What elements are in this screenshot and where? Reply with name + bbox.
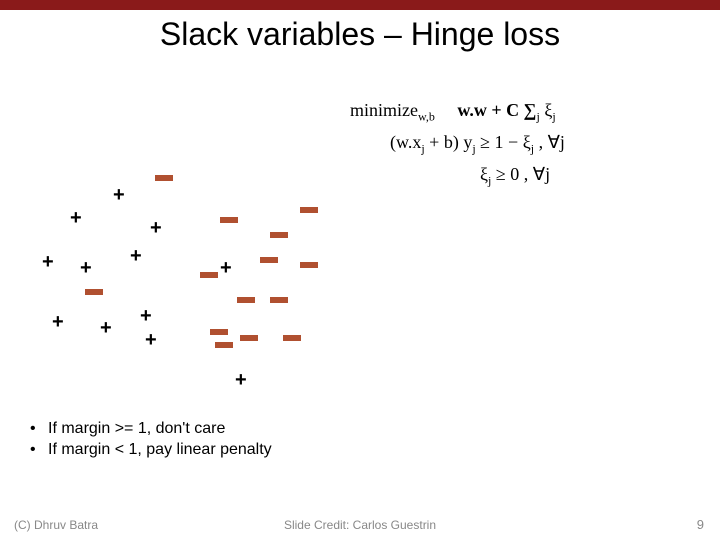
formula-text: ξ bbox=[480, 164, 488, 184]
formula-text: minimize bbox=[350, 100, 418, 120]
optimization-formula: minimizew,b w.w + C ∑j ξj (w.xj + b) yj … bbox=[350, 95, 680, 191]
bullet-item: • If margin >= 1, don't care bbox=[30, 420, 330, 438]
bullet-dot: • bbox=[30, 441, 48, 459]
plus-mark: + bbox=[145, 330, 157, 350]
minus-mark bbox=[200, 265, 218, 283]
slide-credit: Slide Credit: Carlos Guestrin bbox=[0, 518, 720, 532]
minus-mark bbox=[270, 290, 288, 308]
slide-accent-bar bbox=[0, 0, 720, 10]
plus-mark: + bbox=[220, 258, 232, 278]
formula-sub: j bbox=[552, 110, 555, 124]
bullet-dot: • bbox=[30, 420, 48, 438]
slide-title: Slack variables – Hinge loss bbox=[0, 16, 720, 53]
slide-number: 9 bbox=[697, 517, 704, 532]
plus-mark: + bbox=[140, 306, 152, 326]
plus-mark: + bbox=[130, 246, 142, 266]
formula-sub: w,b bbox=[418, 110, 435, 124]
formula-text: , ∀j bbox=[534, 132, 565, 152]
formula-text: w.w + C ∑ bbox=[457, 100, 536, 120]
formula-text: (w.x bbox=[390, 132, 421, 152]
minus-mark bbox=[300, 255, 318, 273]
plus-mark: + bbox=[150, 218, 162, 238]
formula-text: ≥ 1 − ξ bbox=[476, 132, 531, 152]
minus-mark bbox=[270, 225, 288, 243]
copyright-text: (C) Dhruv Batra bbox=[14, 518, 98, 532]
minus-mark bbox=[155, 168, 173, 186]
minus-mark bbox=[283, 328, 301, 346]
minus-mark bbox=[300, 200, 318, 218]
minus-mark bbox=[85, 282, 103, 300]
formula-constraint-2: ξj ≥ 0 , ∀j bbox=[350, 159, 680, 191]
plus-mark: + bbox=[42, 252, 54, 272]
plus-mark: + bbox=[80, 258, 92, 278]
scatter-plot: ++++++++++++ bbox=[15, 150, 355, 380]
formula-text: + b) y bbox=[425, 132, 473, 152]
plus-mark: + bbox=[113, 185, 125, 205]
formula-constraint-1: (w.xj + b) yj ≥ 1 − ξj , ∀j bbox=[350, 127, 680, 159]
formula-objective: minimizew,b w.w + C ∑j ξj bbox=[350, 95, 680, 127]
bullet-list: • If margin >= 1, don't care • If margin… bbox=[30, 420, 330, 462]
minus-mark bbox=[215, 335, 233, 353]
slide-footer: (C) Dhruv Batra Slide Credit: Carlos Gue… bbox=[0, 518, 720, 532]
minus-mark bbox=[220, 210, 238, 228]
plus-mark: + bbox=[70, 208, 82, 228]
formula-text: ≥ 0 , ∀j bbox=[491, 164, 550, 184]
plus-mark: + bbox=[52, 312, 64, 332]
minus-mark bbox=[237, 290, 255, 308]
formula-text: ξ bbox=[540, 100, 553, 120]
minus-mark bbox=[240, 328, 258, 346]
plus-mark: + bbox=[235, 370, 247, 390]
bullet-item: • If margin < 1, pay linear penalty bbox=[30, 441, 330, 459]
bullet-text: If margin < 1, pay linear penalty bbox=[48, 441, 272, 459]
minus-mark bbox=[260, 250, 278, 268]
bullet-text: If margin >= 1, don't care bbox=[48, 420, 225, 438]
plus-mark: + bbox=[100, 318, 112, 338]
